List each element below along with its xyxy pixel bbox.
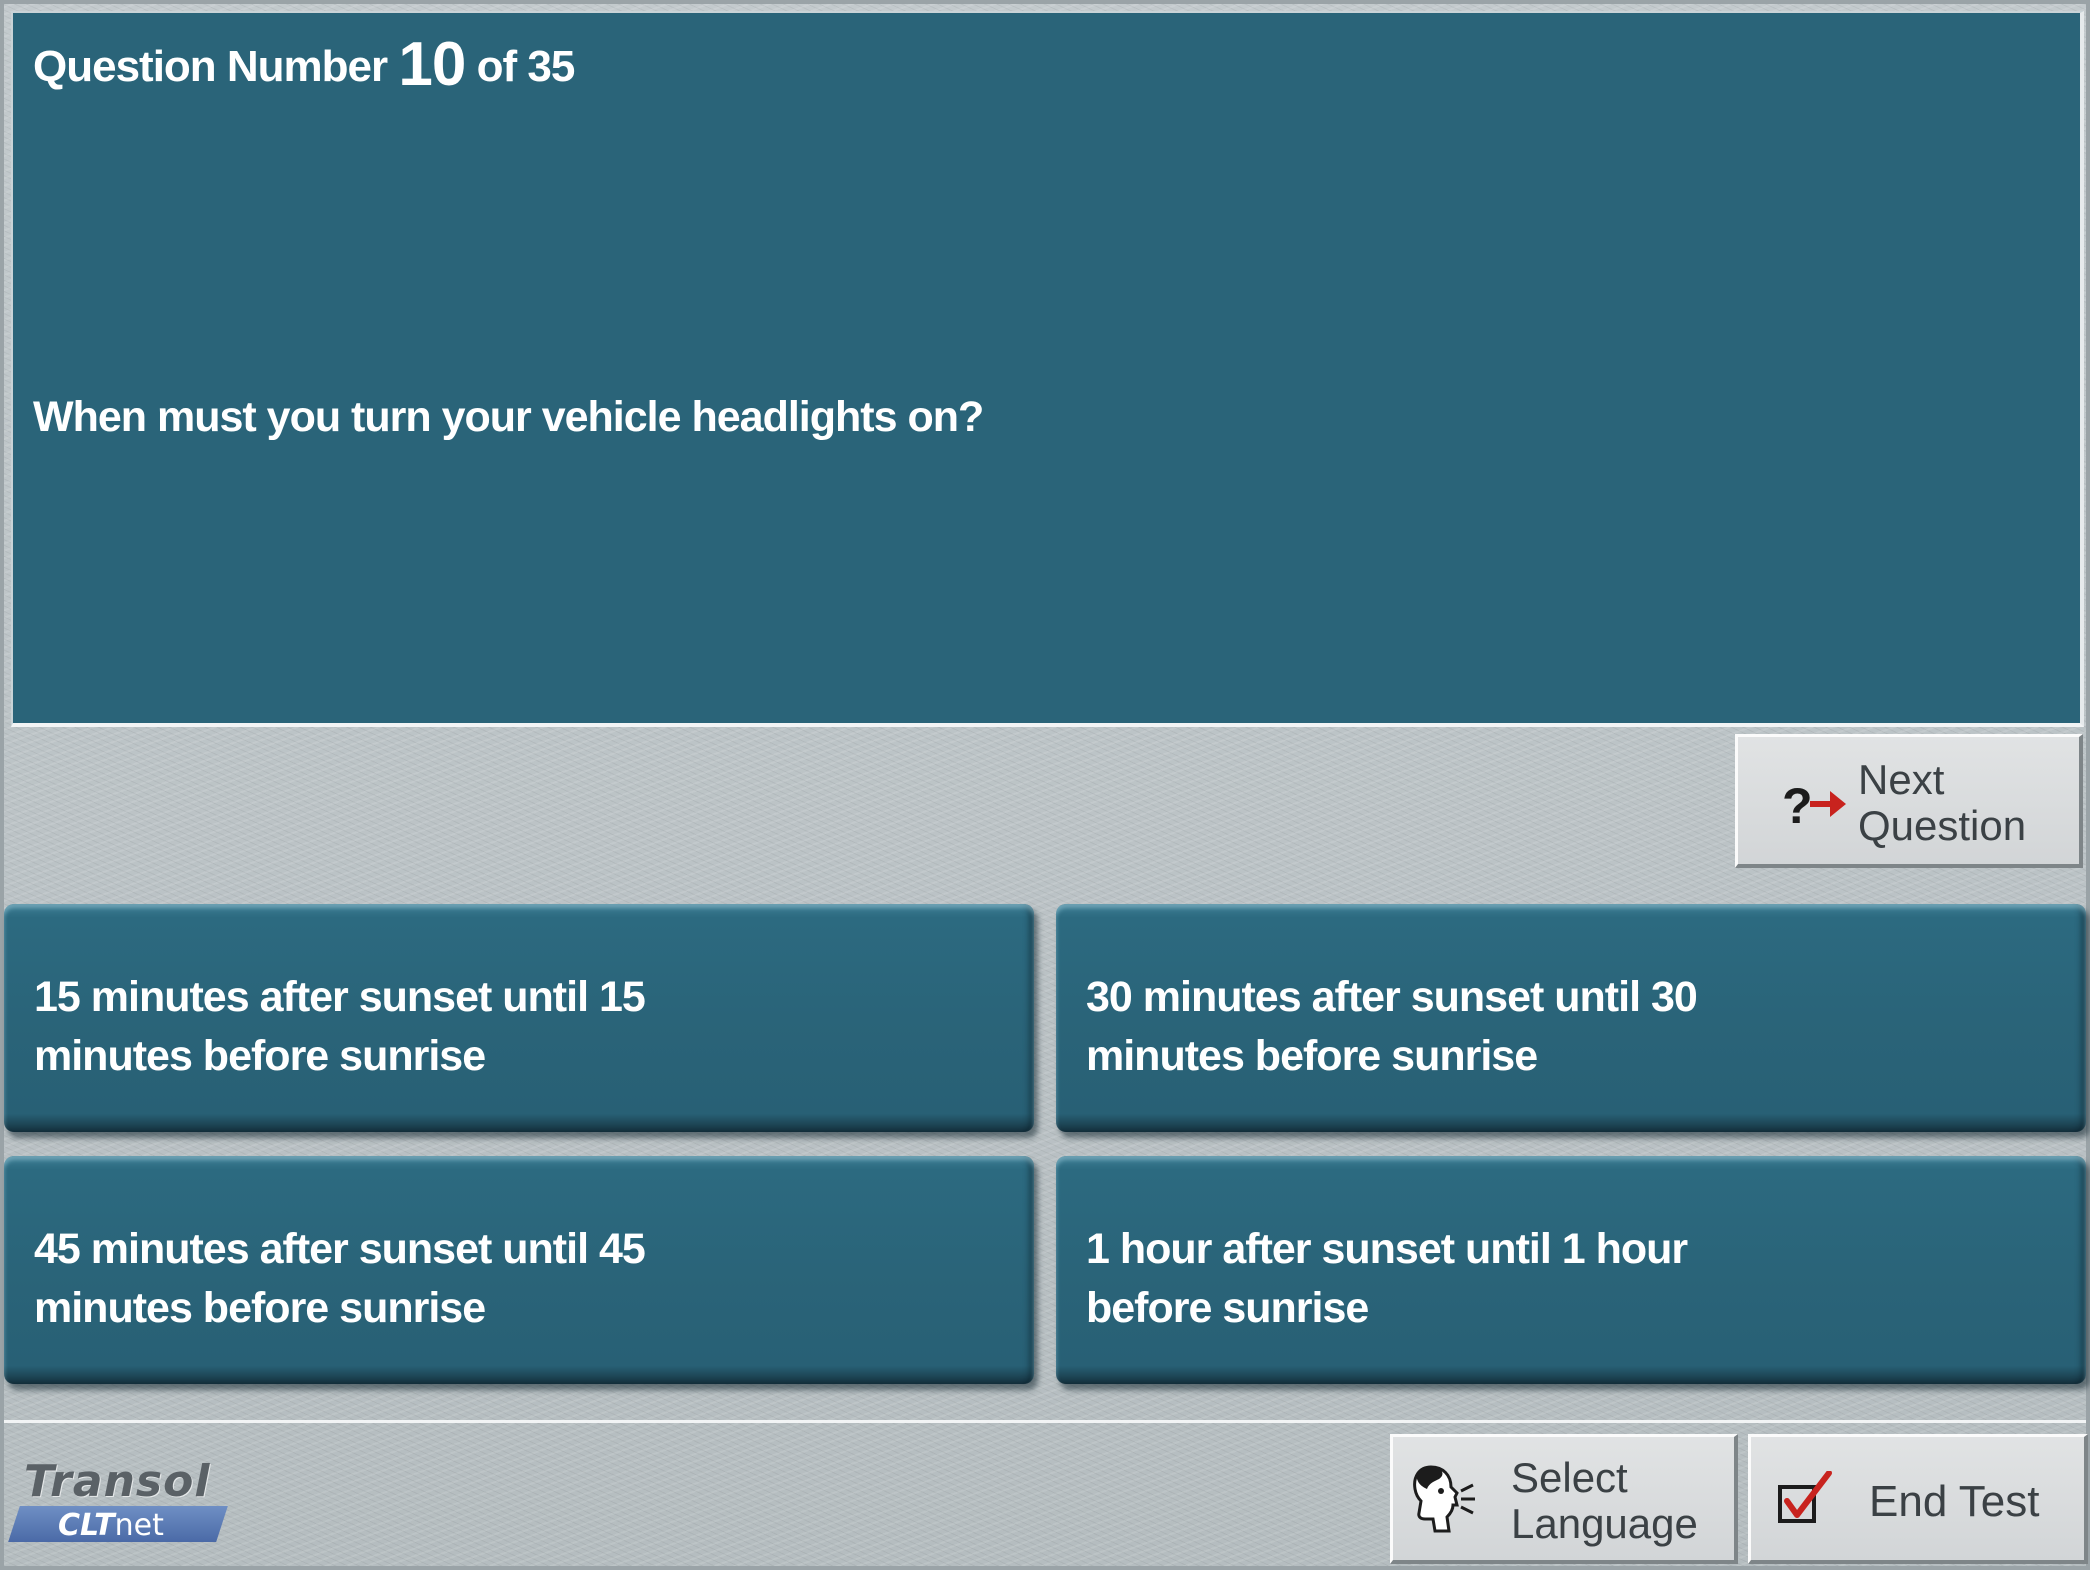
answer-option-d-text: 1 hour after sunset until 1 hour before … <box>1086 1225 1688 1332</box>
next-question-label-line2: Question <box>1858 802 2027 849</box>
select-language-label-line1: Select <box>1511 1454 1628 1501</box>
answer-option-c-text: 45 minutes after sunset until 45 minutes… <box>34 1225 646 1332</box>
logo-product-bold: CLT <box>58 1508 115 1543</box>
next-question-label-line1: Next <box>1858 756 1945 803</box>
answer-option-a-text: 15 minutes after sunset until 15 minutes… <box>34 973 646 1080</box>
footer-divider <box>4 1420 2086 1423</box>
next-question-button[interactable]: ? Next Question <box>1735 734 2083 868</box>
select-language-label: Select Language <box>1511 1455 1698 1547</box>
transol-logo: Transol CLTnet <box>8 1456 234 1556</box>
answer-option-c[interactable]: 45 minutes after sunset until 45 minutes… <box>4 1156 1034 1384</box>
svg-text:?: ? <box>1782 778 1813 833</box>
question-number: Question Number 10 of 35 <box>33 29 576 100</box>
answer-option-d[interactable]: 1 hour after sunset until 1 hour before … <box>1056 1156 2086 1384</box>
question-text: When must you turn your vehicle headligh… <box>33 393 984 441</box>
logo-product: CLTnet <box>58 1508 164 1543</box>
answer-option-b[interactable]: 30 minutes after sunset until 30 minutes… <box>1056 904 2086 1132</box>
checkbox-check-icon <box>1778 1471 1832 1523</box>
question-number-total: of 35 <box>476 42 576 91</box>
answer-option-b-text: 30 minutes after sunset until 30 minutes… <box>1086 973 1698 1080</box>
logo-brand: Transol <box>24 1456 211 1507</box>
select-language-button[interactable]: Select Language <box>1390 1434 1738 1564</box>
next-question-label: Next Question <box>1858 757 2026 849</box>
select-language-label-line2: Language <box>1511 1500 1698 1547</box>
question-panel: Question Number 10 of 35 When must you t… <box>11 11 2084 727</box>
question-arrow-icon: ? <box>1782 778 1846 833</box>
question-number-prefix: Question Number <box>33 42 388 91</box>
end-test-label: End Test <box>1869 1477 2040 1526</box>
answer-option-a[interactable]: 15 minutes after sunset until 15 minutes… <box>4 904 1034 1132</box>
question-number-value: 10 <box>398 30 466 99</box>
speaking-head-icon <box>1413 1465 1475 1533</box>
end-test-button[interactable]: End Test <box>1748 1434 2088 1564</box>
logo-product-light: net <box>114 1508 164 1543</box>
